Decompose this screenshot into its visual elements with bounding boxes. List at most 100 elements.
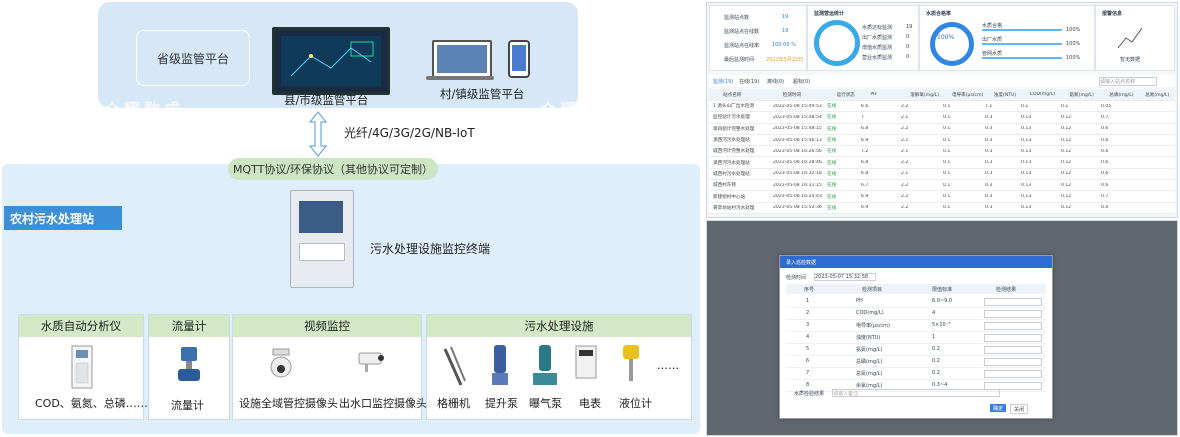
legend-value: 0 bbox=[906, 34, 910, 40]
table-cell: 0.6 bbox=[1101, 171, 1109, 177]
tab-exceed[interactable]: 超标(0) bbox=[793, 78, 810, 85]
tab-all[interactable]: 监测(19) bbox=[713, 78, 733, 85]
table-cell: 在线 bbox=[827, 138, 837, 144]
table-cell: 2023-05-08 15:46:13 bbox=[773, 137, 822, 143]
table-cell: 黄草坊站村污水处理 bbox=[713, 205, 755, 211]
table-cell: 6.8 bbox=[861, 171, 869, 177]
modal-cell: 4 bbox=[932, 310, 936, 316]
table-cell: 0.1 bbox=[943, 171, 951, 177]
legend-label: 出厂水质监测 bbox=[862, 35, 893, 41]
table-cell: 0.1 bbox=[943, 205, 951, 211]
group-title: 污水处理设施 bbox=[427, 315, 691, 337]
result-input[interactable] bbox=[984, 298, 1042, 306]
table-cell: 0.13 bbox=[1021, 205, 1032, 211]
analyzer-icon bbox=[71, 345, 93, 389]
time-input[interactable]: 2023-05-07 15:32:58 bbox=[814, 273, 876, 281]
close-button[interactable]: 关闭 bbox=[1010, 404, 1028, 414]
table-row[interactable]: 城西村东侧 2023-05-08 16:31:15 在线 6.7 2.2 0.1 0.3 0.… bbox=[709, 180, 1175, 192]
table-cell: 涌西河污水处理站 bbox=[713, 160, 750, 166]
result-input[interactable] bbox=[984, 346, 1042, 354]
group-video: 视频监控 设施全域管控摄像头 出水口监控摄像头 bbox=[232, 314, 427, 420]
table-header: COD(mg/L) bbox=[1029, 92, 1056, 97]
level-gauge-icon bbox=[623, 345, 639, 381]
dome-camera-icon bbox=[270, 348, 292, 378]
phone-icon bbox=[508, 40, 530, 78]
group-title: 水质自动分析仪 bbox=[19, 315, 143, 337]
table-cell: 2023-05-08 16:28:46 bbox=[773, 160, 822, 166]
terminal-label: 污水处理设施监控终端 bbox=[370, 242, 491, 256]
modal-row: 2 COD(mg/L) 4 bbox=[786, 308, 1046, 320]
table-row[interactable]: 城西河计完整水处理 2023-05-08 16:26:56 在线 7.2 2.1 0.1 0… bbox=[709, 146, 1175, 158]
confirm-button[interactable]: 确定 bbox=[990, 404, 1006, 412]
table-cell: 第四组计完整水处理 bbox=[713, 126, 755, 132]
table-cell: 0.13 bbox=[1021, 148, 1032, 154]
modal-row: 1 PH 6.0~9.0 bbox=[786, 296, 1046, 308]
modal-cell: PH bbox=[856, 298, 863, 304]
table-cell: 0.1 bbox=[943, 182, 951, 188]
result-input[interactable] bbox=[984, 370, 1042, 378]
table-cell: 涌西河污水处理站 bbox=[713, 138, 750, 144]
table-row[interactable]: 新建组村中心站 2023-05-08 16:24:43 在线 6.9 2.2 0.1 0.3… bbox=[709, 191, 1175, 203]
station-table: 站点名称 检测时间 运行状态 PH 溶解氧(mg/L) 电导率(μs/cm) 浊… bbox=[709, 89, 1175, 214]
table-cell: 0.13 bbox=[1021, 182, 1032, 188]
modal-cell: 7 bbox=[806, 370, 810, 376]
section-title: 报警信息 bbox=[1102, 11, 1123, 17]
donut-chart bbox=[814, 20, 860, 66]
modal-cell: 5×10⁻³ bbox=[932, 322, 951, 328]
table-cell: 1 源头山厂出水检测 bbox=[713, 104, 755, 110]
table-header: 总磷(mg/L) bbox=[1109, 92, 1134, 98]
tab-offline[interactable]: 离线(0) bbox=[767, 78, 784, 85]
table-cell: 2023-05-08 15:48:54 bbox=[773, 114, 822, 120]
protocol-label: MQTT协议/环保协议（其他协议可定制） bbox=[232, 163, 434, 176]
table-header: 站点名称 bbox=[723, 92, 742, 98]
laptop-base bbox=[426, 76, 494, 80]
stat-label: 监测站点数 bbox=[724, 15, 750, 21]
modal-cell: 6.0~9.0 bbox=[932, 298, 953, 304]
station-banner: 农村污水处理站 bbox=[4, 206, 122, 230]
stat-value: 19 bbox=[782, 28, 789, 34]
table-cell: 6.9 bbox=[861, 205, 869, 211]
village-platform-label: 村/镇级监管平台 bbox=[440, 87, 525, 101]
table-cell: 0.6 bbox=[1101, 182, 1109, 188]
modal-row: 5 氨氮(mg/L) 0.2 bbox=[786, 344, 1046, 356]
result-input[interactable] bbox=[984, 310, 1042, 318]
table-cell: 7.2 bbox=[861, 148, 869, 154]
modal-row: 6 总磷(mg/L) 0.2 bbox=[786, 356, 1046, 368]
stat-label: 最后监测时间 bbox=[724, 57, 755, 63]
tab-online[interactable]: 在线(19) bbox=[739, 78, 759, 85]
table-row[interactable]: 黄草坊站村污水处理 2023-05-08 15:53:36 在线 6.9 2.2 0.1 0… bbox=[709, 203, 1175, 214]
table-cell: 0.3 bbox=[985, 194, 993, 200]
empty-chart-icon bbox=[1117, 27, 1143, 49]
table-cell: 0.12 bbox=[1061, 148, 1072, 154]
legend-label: 水质达标监测 bbox=[862, 25, 893, 31]
table-cell: 在线 bbox=[827, 115, 837, 121]
table-row[interactable]: 1 源头山厂出水检测 2023-05-08 15:49:53 在线 6.6 2.2 0.1… bbox=[709, 101, 1175, 113]
table-cell: 0.7 bbox=[1101, 194, 1109, 200]
group-water-analyzer: 水质自动分析仪 COD、氨氮、总磷…… bbox=[18, 314, 148, 420]
table-row[interactable]: 涌西河污水处理站 2023-05-08 15:46:13 在线 6.9 2.1 0.1 0.… bbox=[709, 135, 1175, 147]
table-cell: 0.13 bbox=[1021, 194, 1032, 200]
quality-bar-label: 管网水质 bbox=[982, 51, 1003, 57]
table-cell: 0.3 bbox=[985, 205, 993, 211]
table-cell: 0.13 bbox=[1021, 114, 1032, 120]
modal-cell: 电导率(μs/cm) bbox=[856, 323, 890, 329]
group-item: 设施全域管控摄像头 bbox=[239, 397, 338, 410]
table-row[interactable]: 城西村污水处理站 2023-05-08 16:32:18 在线 6.8 2.1 0.1 0.… bbox=[709, 169, 1175, 181]
remark-input[interactable]: 请输入备注 bbox=[832, 389, 1000, 397]
modal-cell: 0.3~4 bbox=[932, 382, 948, 388]
table-row[interactable]: 第四组计完整水处理 2023-05-08 15:48:15 在线 6.8 2.2 0.1 0… bbox=[709, 124, 1175, 135]
table-cell: 2023-05-08 16:32:18 bbox=[773, 171, 822, 177]
table-cell: 0.3 bbox=[985, 137, 993, 143]
table-row[interactable]: 监控站计污水处理 2023-05-08 15:48:54 在线 7 2.1 0.1 0.3 0… bbox=[709, 112, 1175, 124]
table-cell: 0.3 bbox=[985, 114, 993, 120]
provincial-platform-box: 省级监管平台 bbox=[136, 30, 250, 86]
table-cell: 在线 bbox=[827, 194, 837, 200]
result-input[interactable] bbox=[984, 334, 1042, 342]
result-input[interactable] bbox=[984, 322, 1042, 330]
table-header: 电导率(μs/cm) bbox=[951, 92, 984, 98]
modal-header-cell: 序号 bbox=[804, 287, 815, 293]
group-treatment-facilities: 污水处理设施 …… 格栅机 提升泵 曝气泵 电表 液位计 bbox=[426, 314, 692, 420]
table-row[interactable]: 涌西河污水处理站 2023-05-08 16:28:46 在线 6.8 2.2 0.1 0.… bbox=[709, 157, 1175, 169]
result-input[interactable] bbox=[984, 358, 1042, 366]
search-input[interactable]: 请输入站点名称 bbox=[1099, 77, 1157, 86]
